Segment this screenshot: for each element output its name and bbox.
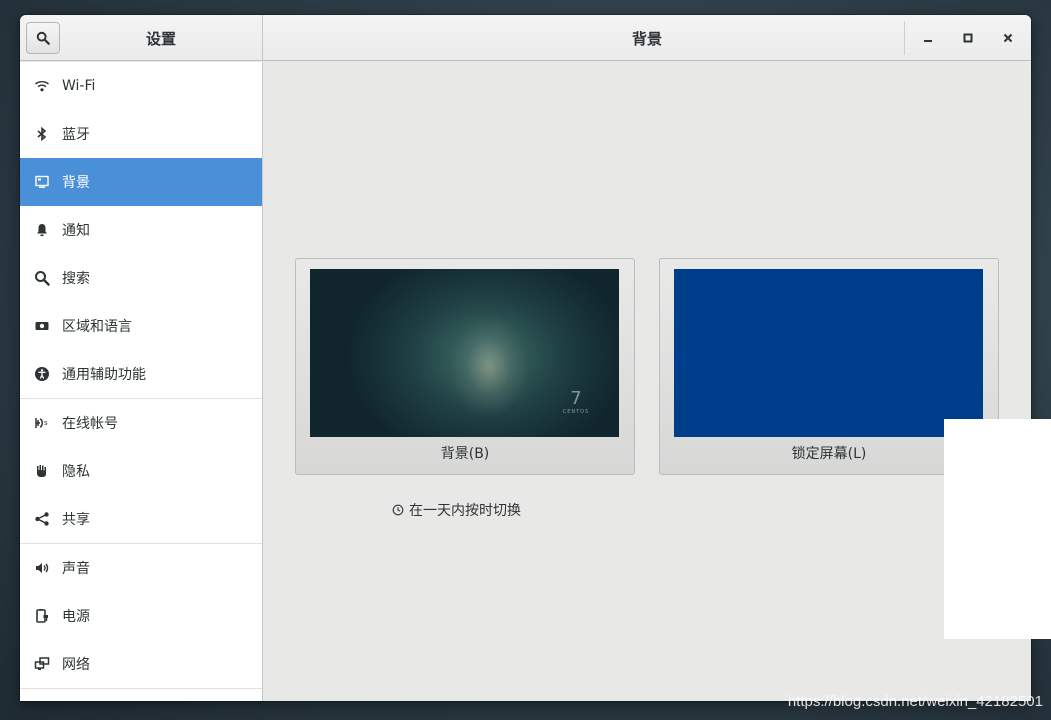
sidebar-item-label: 共享 xyxy=(62,512,90,528)
timed-switch-caption: 在一天内按时切换 xyxy=(392,500,521,520)
centos-brand: CENTOS xyxy=(562,409,590,415)
search-button[interactable] xyxy=(26,22,60,54)
sidebar-item-online-accounts[interactable]: s 在线帐号 xyxy=(20,399,262,447)
sidebar-item-background[interactable]: 背景 xyxy=(20,158,262,206)
sidebar-item-label: 区域和语言 xyxy=(62,319,132,335)
sidebar-item-label: 通知 xyxy=(62,223,90,239)
sidebar-item-label: 在线帐号 xyxy=(62,416,118,432)
accessibility-icon xyxy=(34,366,50,382)
privacy-hand-icon xyxy=(34,463,50,479)
network-icon xyxy=(34,656,50,672)
close-icon xyxy=(1003,33,1013,43)
background-icon xyxy=(34,174,50,190)
white-overlay-box xyxy=(944,419,1051,639)
sidebar-item-label: 网络 xyxy=(62,657,90,673)
speaker-icon xyxy=(34,560,50,576)
bluetooth-icon xyxy=(34,126,50,142)
sidebar-item-label: 背景 xyxy=(62,175,90,191)
sidebar-item-sound[interactable]: 声音 xyxy=(20,544,262,592)
settings-window: 设置 背景 Wi-Fi 蓝牙 背景 通知 搜索 区域和语言 通用辅助功能 s 在… xyxy=(20,15,1031,701)
search-icon xyxy=(36,31,50,45)
background-card[interactable]: 7 CENTOS 背景(B) xyxy=(295,258,635,475)
header-left: 设置 xyxy=(20,15,263,60)
centos-logo: 7 CENTOS xyxy=(560,389,592,419)
sidebar-item-power[interactable]: 电源 xyxy=(20,592,262,640)
sidebar-item-wifi[interactable]: Wi-Fi xyxy=(20,62,262,110)
svg-text:s: s xyxy=(44,419,48,427)
sidebar-item-label: Wi-Fi xyxy=(62,78,96,94)
sidebar-item-network[interactable]: 网络 xyxy=(20,640,262,688)
sidebar-item-region-language[interactable]: 区域和语言 xyxy=(20,302,262,350)
region-icon xyxy=(34,318,50,334)
sidebar-item-privacy[interactable]: 隐私 xyxy=(20,447,262,495)
bell-icon xyxy=(34,222,50,238)
search-icon xyxy=(34,270,50,286)
sidebar-item-search[interactable]: 搜索 xyxy=(20,254,262,302)
lockscreen-preview xyxy=(674,269,983,437)
window-controls xyxy=(904,21,1031,55)
watermark: https://blog.csdn.net/weixin_42182501 xyxy=(787,693,1043,710)
caption-text: 在一天内按时切换 xyxy=(409,503,521,519)
sidebar-item-label: 通用辅助功能 xyxy=(62,367,146,383)
clock-icon xyxy=(392,504,404,516)
sidebar-item-sharing[interactable]: 共享 xyxy=(20,495,262,543)
maximize-icon xyxy=(963,33,973,43)
header-right: 背景 xyxy=(263,15,1031,60)
background-preview: 7 CENTOS xyxy=(310,269,619,437)
sidebar: Wi-Fi 蓝牙 背景 通知 搜索 区域和语言 通用辅助功能 s 在线帐号 隐私… xyxy=(20,62,263,701)
minimize-icon xyxy=(924,40,932,42)
online-accounts-icon: s xyxy=(34,415,50,431)
sidebar-separator xyxy=(20,688,262,689)
minimize-button[interactable] xyxy=(911,21,945,55)
sidebar-item-label: 电源 xyxy=(62,609,90,625)
background-panel: 7 CENTOS 背景(B) 锁定屏幕(L) 在一天内按时切换 xyxy=(263,62,1031,701)
sidebar-item-label: 声音 xyxy=(62,561,90,577)
close-button[interactable] xyxy=(991,21,1025,55)
wifi-icon xyxy=(34,78,50,94)
maximize-button[interactable] xyxy=(951,21,985,55)
sidebar-item-label: 搜索 xyxy=(62,271,90,287)
share-icon xyxy=(34,511,50,527)
background-card-label: 背景(B) xyxy=(440,446,490,462)
sidebar-item-notifications[interactable]: 通知 xyxy=(20,206,262,254)
sidebar-item-label: 隐私 xyxy=(62,464,90,480)
sidebar-item-bluetooth[interactable]: 蓝牙 xyxy=(20,110,262,158)
sidebar-item-accessibility[interactable]: 通用辅助功能 xyxy=(20,350,262,398)
header-bar: 设置 背景 xyxy=(20,15,1031,61)
centos-version: 7 xyxy=(570,388,582,409)
sidebar-item-label: 蓝牙 xyxy=(62,127,90,143)
sidebar-title: 设置 xyxy=(145,29,176,48)
power-icon xyxy=(34,608,50,624)
